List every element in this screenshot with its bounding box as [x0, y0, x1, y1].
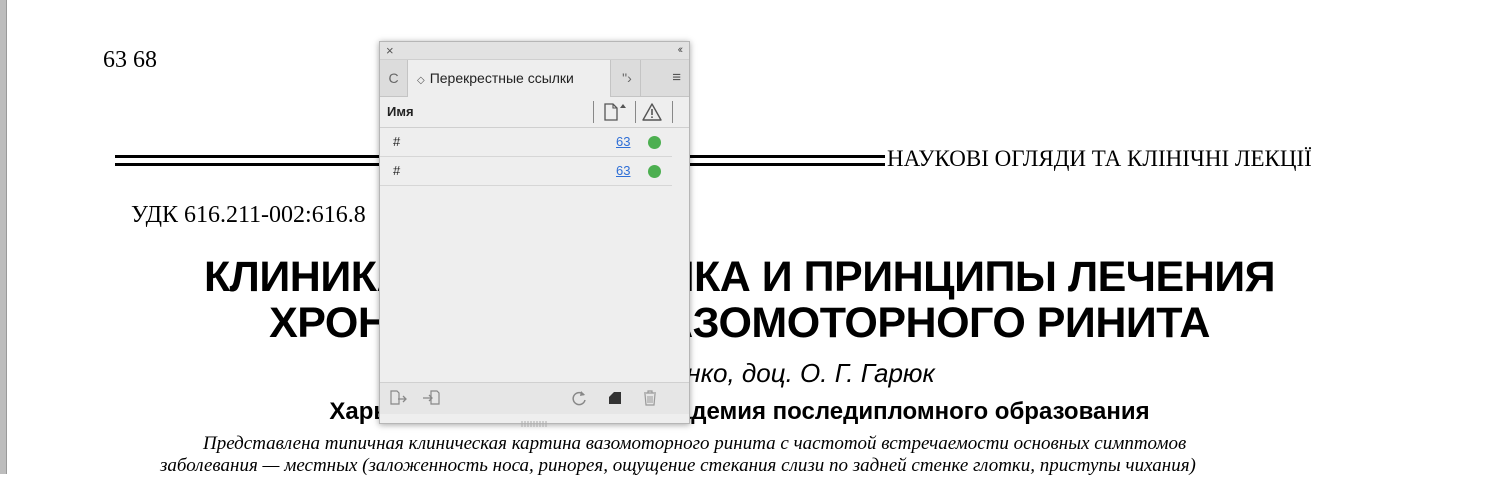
udk-code: УДК 616.211-002:616.8 [131, 202, 366, 228]
page-sort-icon[interactable] [601, 102, 627, 122]
status-ok-icon [648, 165, 661, 178]
tab-cross-references[interactable]: ◇ Перекрестные ссылки [408, 60, 611, 97]
cross-reference-row[interactable]: # 63 [380, 157, 672, 186]
trash-icon[interactable] [640, 389, 660, 407]
abstract-line-1: Представлена типичная клиническая картин… [203, 433, 1187, 454]
row-page-link[interactable]: 63 [616, 157, 630, 185]
panel-menu-icon[interactable]: ≡ [672, 60, 681, 96]
row-name: # [393, 134, 401, 149]
panel-title-bar[interactable]: × ‹‹ [380, 42, 689, 60]
cross-reference-row[interactable]: # 63 [380, 128, 672, 157]
column-divider [593, 101, 594, 123]
collapse-icon[interactable]: ‹‹ [678, 42, 684, 59]
tab-partial-right[interactable]: "› [614, 60, 641, 96]
article-title-line-1: КЛИНИКА, ДИАГНОСТИКА И ПРИНЦИПЫ ЛЕЧЕНИЯ [203, 253, 1276, 301]
column-divider [635, 101, 636, 123]
authors: М. И. Харченко, доц. О. Г. Гарюк [544, 358, 935, 388]
column-header-name[interactable]: Имя [387, 97, 414, 127]
tab-cross-references-label: Перекрестные ссылки [429, 70, 574, 86]
tab-partial-left[interactable]: С [380, 60, 408, 96]
resize-grip-icon[interactable] [520, 414, 548, 427]
row-page-link[interactable]: 63 [616, 128, 630, 156]
section-header: НАУКОВІ ОГЛЯДИ ТА КЛІНІЧНІ ЛЕКЦІЇ [887, 146, 1312, 171]
page-numbers: 63 68 [103, 47, 157, 73]
tab-reorder-icon: ◇ [417, 75, 425, 86]
panel-footer [380, 382, 689, 414]
warning-icon[interactable] [641, 101, 663, 123]
article-title-line-2: ХРОНИЧЕСКОГО ВАЗОМОТОРНОГО РИНИТА [269, 299, 1210, 347]
column-divider [672, 101, 673, 123]
go-to-destination-icon[interactable] [422, 389, 442, 407]
new-cross-reference-icon[interactable] [605, 389, 625, 407]
cross-references-panel[interactable]: × ‹‹ С ◇ Перекрестные ссылки "› ≡ Имя # … [379, 41, 690, 427]
document-page: 63 68 НАУКОВІ ОГЛЯДИ ТА КЛІНІЧНІ ЛЕКЦІЇ … [7, 0, 1500, 476]
panel-tab-bar: С ◇ Перекрестные ссылки "› ≡ [380, 60, 689, 97]
go-to-source-icon[interactable] [388, 389, 408, 407]
row-name: # [393, 163, 401, 178]
status-ok-icon [648, 136, 661, 149]
affiliation: Харьковская медицинская академия последи… [329, 398, 1150, 425]
update-icon[interactable] [569, 389, 589, 407]
close-icon[interactable]: × [386, 42, 394, 59]
window-left-edge [0, 0, 7, 474]
column-header-row: Имя [380, 97, 689, 128]
